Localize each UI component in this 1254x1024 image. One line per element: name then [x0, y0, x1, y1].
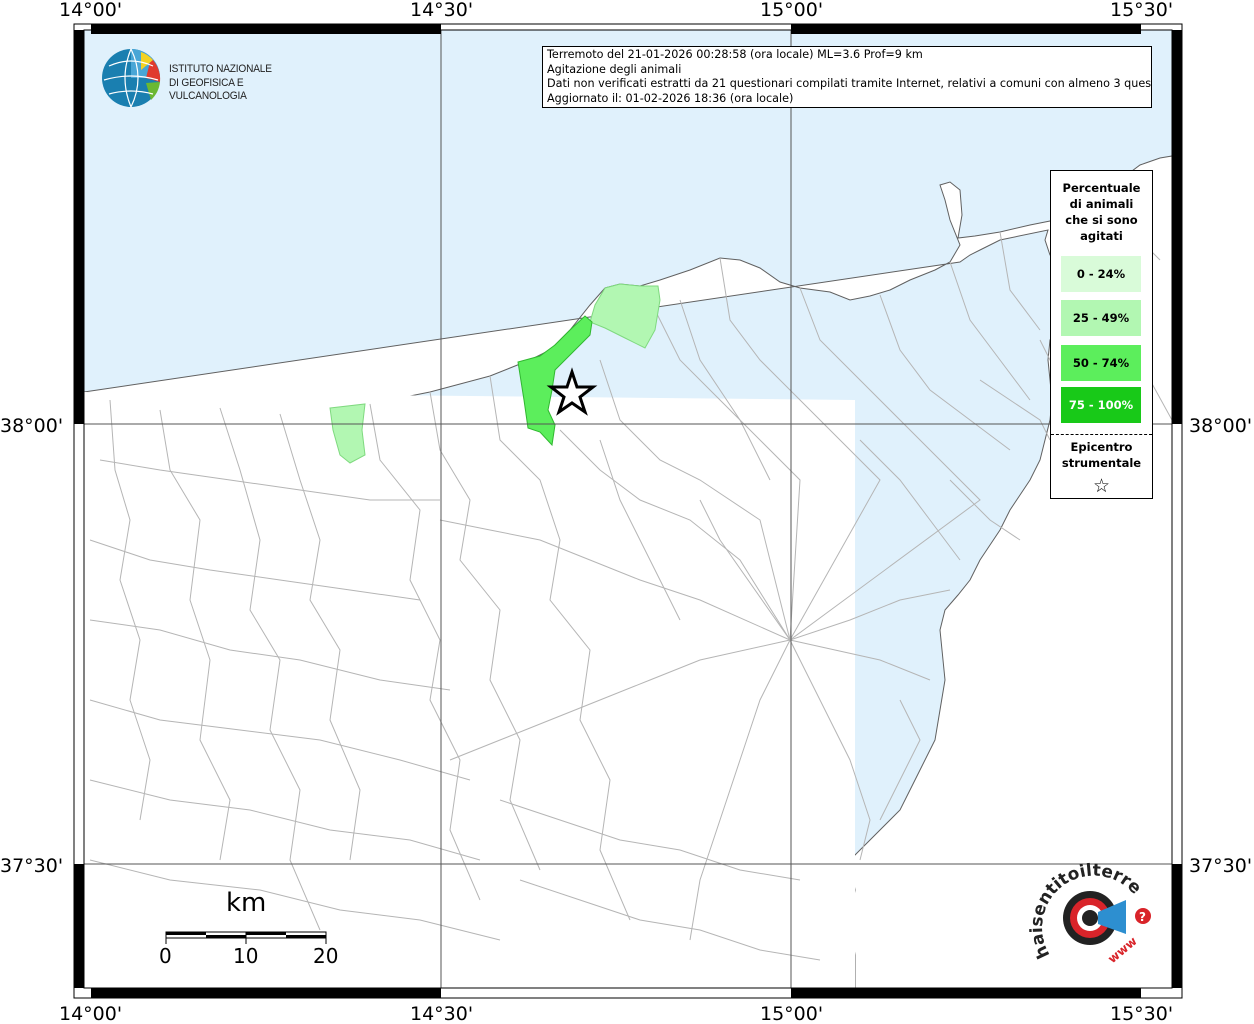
- lon-label-top-1: 14°00': [59, 0, 122, 21]
- lon-label-bottom-3: 15°00': [760, 1003, 823, 1024]
- logo-line2: DI GEOFISICA E VULCANOLOGIA: [169, 76, 247, 103]
- legend-epicenter-line: strumentale: [1061, 456, 1142, 470]
- hsit-logo: haisentitoilterremoto.it ? www: [1019, 845, 1158, 980]
- ingv-logo: ISTITUTO NAZIONALE DI GEOFISICA E VULCAN…: [101, 48, 331, 110]
- lat-label-left-2: 37°30': [0, 855, 63, 877]
- globe-icon: [102, 48, 161, 108]
- legend-star-icon: ☆: [1092, 475, 1111, 497]
- scale-label-0: 0: [159, 944, 172, 968]
- event-info-line1: Terremoto del 21-01-2026 00:28:58 (ora l…: [547, 48, 923, 61]
- lon-label-bottom-1: 14°00': [59, 1003, 122, 1024]
- lat-label-right-2: 37°30': [1189, 855, 1252, 877]
- lon-label-top-4: 15°30': [1110, 0, 1173, 21]
- scale-label-10: 10: [233, 944, 259, 968]
- legend-epicenter-line: Epicentro: [1070, 440, 1133, 454]
- event-info-line3: Dati non verificati estratti da 21 quest…: [547, 77, 1152, 91]
- legend-item-class3: 50 - 74%: [1061, 345, 1141, 381]
- lon-label-bottom-2: 14°30': [410, 1003, 473, 1024]
- legend-title-line: Percentuale: [1062, 181, 1141, 195]
- scale-bar: km 0 10 20: [150, 888, 350, 968]
- lat-label-right-1: 38°00': [1189, 415, 1252, 437]
- legend: Percentuale di animali che si sono agita…: [1050, 170, 1153, 499]
- svg-text:?: ?: [1139, 910, 1146, 924]
- legend-title: Percentuale di animali che si sono agita…: [1051, 180, 1152, 244]
- event-info-line4: Aggiornato il: 01-02-2026 18:36 (ora loc…: [547, 91, 794, 105]
- event-info-box: Terremoto del 21-01-2026 00:28:58 (ora l…: [542, 46, 1152, 108]
- lon-label-top-3: 15°00': [760, 0, 823, 21]
- lat-label-left-1: 38°00': [0, 415, 63, 437]
- event-info-line2: Agitazione degli animali: [547, 62, 682, 76]
- scale-unit: km: [226, 888, 267, 918]
- legend-title-line: agitati: [1080, 229, 1123, 243]
- scale-label-20: 20: [313, 944, 339, 968]
- lon-label-top-2: 14°30': [410, 0, 473, 21]
- hsit-www: www: [1105, 934, 1139, 966]
- legend-epicenter-label: Epicentro strumentale: [1051, 439, 1152, 471]
- legend-separator: [1051, 434, 1152, 435]
- legend-item-class1: 0 - 24%: [1061, 256, 1141, 292]
- legend-title-line: che si sono: [1065, 213, 1138, 227]
- lon-label-bottom-4: 15°30': [1110, 1003, 1173, 1024]
- logo-line1: ISTITUTO NAZIONALE: [169, 63, 272, 75]
- legend-item-class2: 25 - 49%: [1061, 300, 1141, 336]
- legend-title-line: di animali: [1069, 197, 1134, 211]
- legend-item-class4: 75 - 100%: [1061, 387, 1141, 423]
